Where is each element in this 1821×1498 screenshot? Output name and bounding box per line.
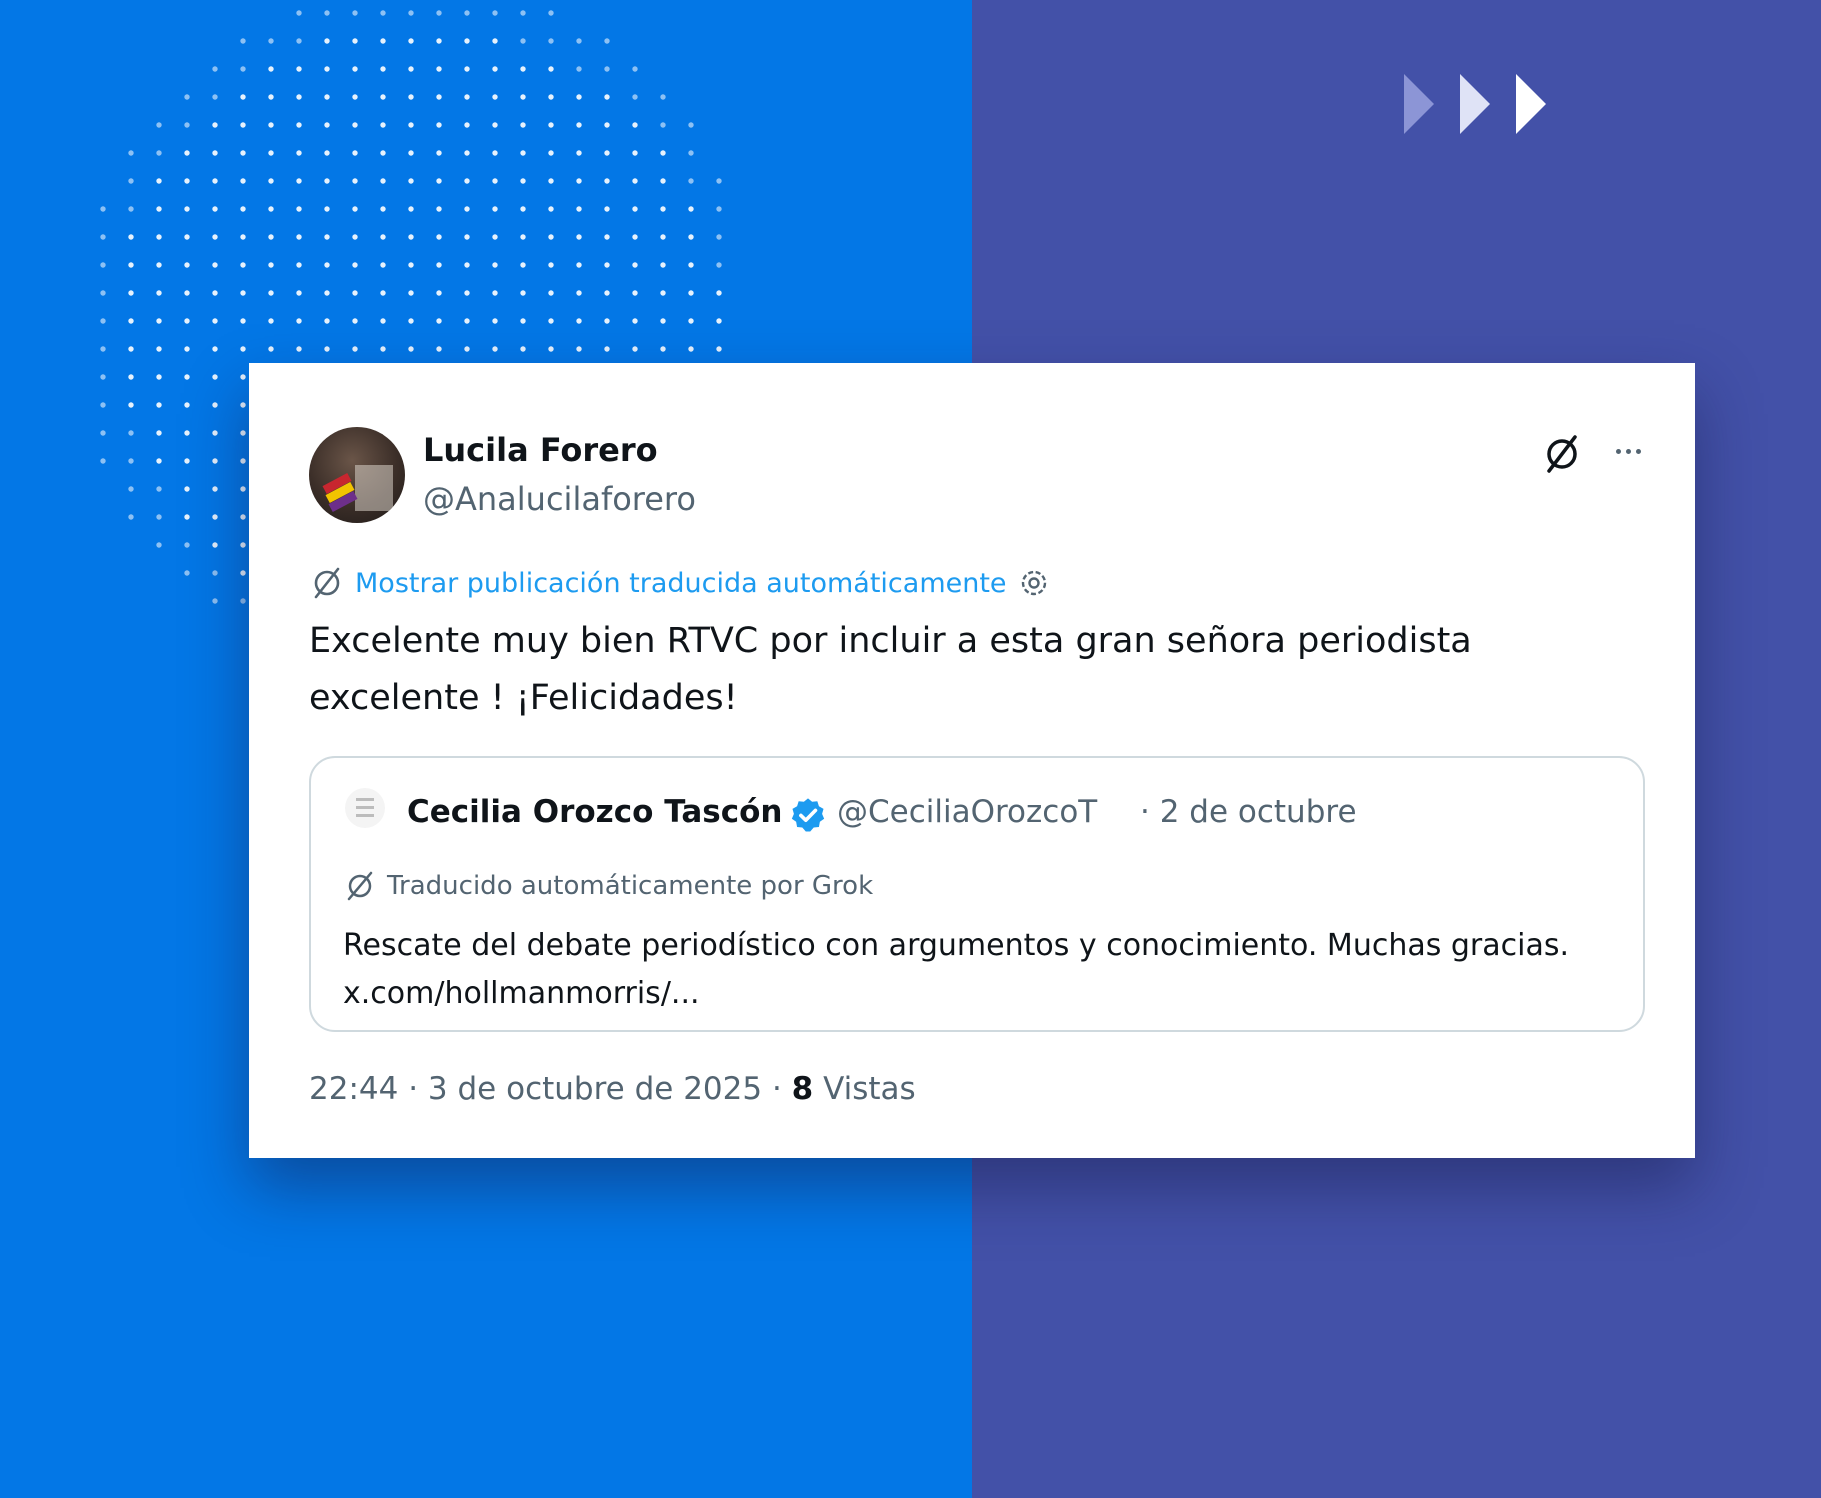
- separator-dot: ·: [408, 1071, 419, 1107]
- quote-author-handle[interactable]: @CeciliaOrozcoT: [837, 794, 1097, 830]
- translate-row[interactable]: Mostrar publicación traducida automática…: [309, 563, 1051, 603]
- tweet-text: Excelente muy bien RTVC por incluir a es…: [309, 621, 1472, 718]
- tweet-card: Lucila Forero @Analucilaforero Mostrar p…: [249, 363, 1695, 1158]
- tweet-metadata: 22:44 · 3 de octubre de 2025 · 8 Vistas: [309, 1071, 916, 1107]
- tweet-date[interactable]: 3 de octubre de 2025: [428, 1071, 762, 1107]
- quoted-tweet[interactable]: Cecilia Orozco Tascón @CeciliaOrozcoT · …: [309, 756, 1645, 1032]
- quote-author-avatar[interactable]: [345, 788, 385, 828]
- quote-text: Rescate del debate periodístico con argu…: [343, 928, 1570, 1011]
- author-avatar[interactable]: [309, 427, 405, 523]
- grok-icon: [314, 567, 340, 599]
- author-handle[interactable]: @Analucilaforero: [423, 480, 696, 518]
- views-label: Vistas: [823, 1071, 916, 1107]
- verified-badge-icon: [791, 798, 825, 832]
- views-count: 8: [791, 1071, 814, 1107]
- triple-arrow-decoration: [1404, 74, 1546, 134]
- more-options-icon[interactable]: [1604, 429, 1652, 473]
- quote-author-name[interactable]: Cecilia Orozco Tascón: [407, 794, 782, 830]
- grok-icon[interactable]: [1541, 433, 1583, 475]
- separator-dot: ·: [771, 1071, 782, 1107]
- gear-icon[interactable]: [1017, 566, 1051, 600]
- grok-icon: [347, 871, 373, 901]
- tweet-time[interactable]: 22:44: [309, 1071, 398, 1107]
- show-translation-link[interactable]: Mostrar publicación traducida automática…: [355, 568, 1007, 599]
- quote-translation-note: Traducido automáticamente por Grok: [387, 871, 874, 901]
- quote-translation-row: Traducido automáticamente por Grok: [343, 866, 873, 906]
- author-name[interactable]: Lucila Forero: [423, 431, 658, 469]
- quote-date[interactable]: · 2 de octubre: [1140, 794, 1357, 830]
